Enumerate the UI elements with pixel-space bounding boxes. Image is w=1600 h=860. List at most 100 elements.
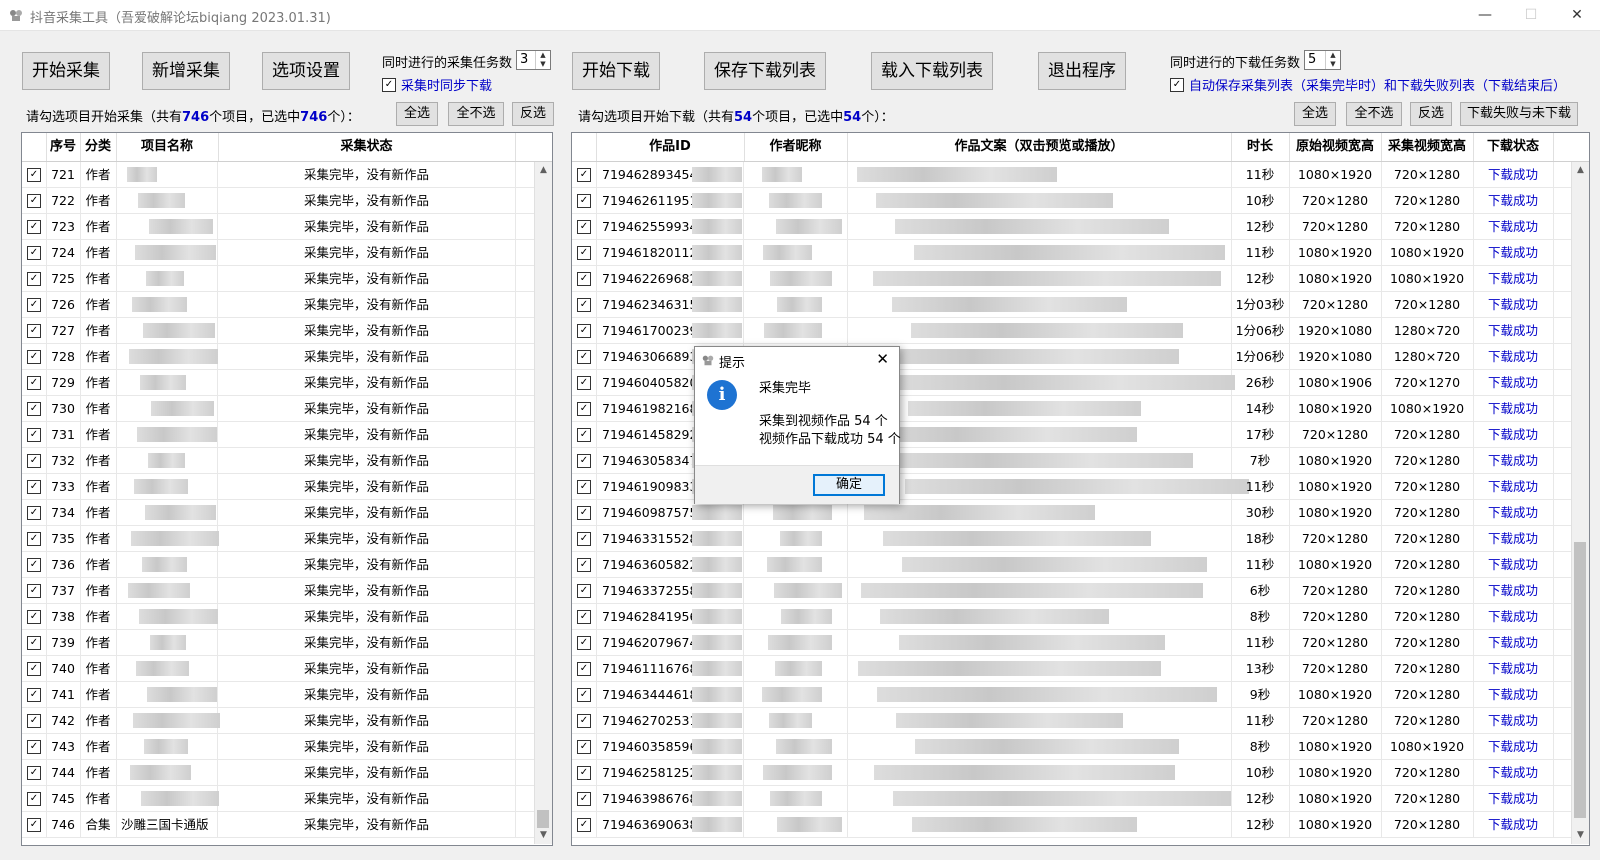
right-scrollbar[interactable]: ▲ ▼ bbox=[1571, 162, 1589, 844]
row-check-cell[interactable]: ✓ bbox=[572, 188, 597, 213]
exit-button[interactable]: 退出程序 bbox=[1038, 52, 1126, 90]
row-checkbox[interactable]: ✓ bbox=[577, 558, 591, 572]
row-check-cell[interactable]: ✓ bbox=[572, 344, 597, 369]
row-checkbox[interactable]: ✓ bbox=[577, 194, 591, 208]
row-checkbox[interactable]: ✓ bbox=[27, 636, 41, 650]
row-checkbox[interactable]: ✓ bbox=[577, 584, 591, 598]
right-invert-button[interactable]: 反选 bbox=[1410, 102, 1452, 126]
options-button[interactable]: 选项设置 bbox=[262, 52, 350, 90]
table-row[interactable]: ✓ 719463315528 18秒 720×1280 720×1280 下载成功 bbox=[572, 526, 1571, 552]
row-checkbox[interactable]: ✓ bbox=[577, 246, 591, 260]
row-checkbox[interactable]: ✓ bbox=[577, 298, 591, 312]
row-checkbox[interactable]: ✓ bbox=[27, 350, 41, 364]
row-checkbox[interactable]: ✓ bbox=[27, 610, 41, 624]
row-check-cell[interactable]: ✓ bbox=[572, 292, 597, 317]
row-check-cell[interactable]: ✓ bbox=[572, 474, 597, 499]
row-checkbox[interactable]: ✓ bbox=[27, 714, 41, 728]
row-checkbox[interactable]: ✓ bbox=[27, 402, 41, 416]
row-checkbox[interactable]: ✓ bbox=[577, 324, 591, 338]
download-tasks-spinner[interactable]: 5 ▲ ▼ bbox=[1304, 50, 1341, 70]
table-row[interactable]: ✓ 719461116768 13秒 720×1280 720×1280 下载成功 bbox=[572, 656, 1571, 682]
add-collect-button[interactable]: 新增采集 bbox=[142, 52, 230, 90]
row-check-cell[interactable]: ✓ bbox=[22, 786, 47, 811]
row-check-cell[interactable]: ✓ bbox=[572, 370, 597, 395]
header-seq[interactable]: 序号 bbox=[46, 133, 81, 161]
row-check-cell[interactable]: ✓ bbox=[22, 422, 47, 447]
row-check-cell[interactable]: ✓ bbox=[572, 526, 597, 551]
fail-download-button[interactable]: 下载失败与未下载 bbox=[1460, 102, 1578, 126]
row-checkbox[interactable]: ✓ bbox=[577, 402, 591, 416]
row-checkbox[interactable]: ✓ bbox=[577, 480, 591, 494]
header-author[interactable]: 作者昵称 bbox=[744, 133, 848, 161]
row-checkbox[interactable]: ✓ bbox=[27, 688, 41, 702]
row-check-cell[interactable]: ✓ bbox=[572, 786, 597, 811]
minimize-button[interactable]: — bbox=[1462, 0, 1508, 30]
row-check-cell[interactable]: ✓ bbox=[572, 734, 597, 759]
table-row[interactable]: ✓ 727 作者 采集完毕，没有新作品 bbox=[22, 318, 534, 344]
table-row[interactable]: ✓ 740 作者 采集完毕，没有新作品 bbox=[22, 656, 534, 682]
row-check-cell[interactable]: ✓ bbox=[572, 422, 597, 447]
table-row[interactable]: ✓ 732 作者 采集完毕，没有新作品 bbox=[22, 448, 534, 474]
row-checkbox[interactable]: ✓ bbox=[577, 428, 591, 442]
row-check-cell[interactable]: ✓ bbox=[22, 578, 47, 603]
table-row[interactable]: ✓ 744 作者 采集完毕，没有新作品 bbox=[22, 760, 534, 786]
scroll-down-icon[interactable]: ▼ bbox=[1572, 827, 1589, 844]
row-check-cell[interactable]: ✓ bbox=[572, 630, 597, 655]
table-row[interactable]: ✓ 719463986768 12秒 1080×1920 720×1280 下载成功 bbox=[572, 786, 1571, 812]
row-checkbox[interactable]: ✓ bbox=[577, 350, 591, 364]
table-row[interactable]: ✓ 723 作者 采集完毕，没有新作品 bbox=[22, 214, 534, 240]
header-caption[interactable]: 作品文案（双击预览或播放） bbox=[847, 133, 1232, 161]
header-status[interactable]: 采集状态 bbox=[218, 133, 516, 161]
row-checkbox[interactable]: ✓ bbox=[577, 506, 591, 520]
collect-tasks-spinner[interactable]: 3 ▲ ▼ bbox=[516, 50, 551, 70]
row-check-cell[interactable]: ✓ bbox=[22, 188, 47, 213]
row-check-cell[interactable]: ✓ bbox=[22, 162, 47, 187]
table-row[interactable]: ✓ 722 作者 采集完毕，没有新作品 bbox=[22, 188, 534, 214]
row-check-cell[interactable]: ✓ bbox=[22, 344, 47, 369]
dialog-close-icon[interactable]: ✕ bbox=[876, 350, 889, 368]
table-row[interactable]: ✓ 743 作者 采集完毕，没有新作品 bbox=[22, 734, 534, 760]
row-check-cell[interactable]: ✓ bbox=[22, 266, 47, 291]
row-checkbox[interactable]: ✓ bbox=[27, 454, 41, 468]
row-checkbox[interactable]: ✓ bbox=[577, 532, 591, 546]
table-row[interactable]: ✓ 746 合集 沙雕三国卡通版 采集完毕，没有新作品 bbox=[22, 812, 534, 838]
table-row[interactable]: ✓ 739 作者 采集完毕，没有新作品 bbox=[22, 630, 534, 656]
row-checkbox[interactable]: ✓ bbox=[577, 376, 591, 390]
row-check-cell[interactable]: ✓ bbox=[22, 734, 47, 759]
table-row[interactable]: ✓ 719463605822 11秒 1080×1920 720×1280 下载成功 bbox=[572, 552, 1571, 578]
header-coll-size[interactable]: 采集视频宽高 bbox=[1381, 133, 1474, 161]
row-checkbox[interactable]: ✓ bbox=[577, 272, 591, 286]
row-checkbox[interactable]: ✓ bbox=[27, 376, 41, 390]
row-check-cell[interactable]: ✓ bbox=[572, 760, 597, 785]
table-row[interactable]: ✓ 741 作者 采集完毕，没有新作品 bbox=[22, 682, 534, 708]
row-check-cell[interactable]: ✓ bbox=[22, 500, 47, 525]
row-checkbox[interactable]: ✓ bbox=[577, 454, 591, 468]
table-row[interactable]: ✓ 719462269682 12秒 1080×1920 1080×1920 下载成功 bbox=[572, 266, 1571, 292]
row-checkbox[interactable]: ✓ bbox=[577, 792, 591, 806]
scroll-thumb[interactable] bbox=[537, 810, 549, 828]
row-check-cell[interactable]: ✓ bbox=[22, 604, 47, 629]
autosave-checkbox[interactable]: ✓ 自动保存采集列表（采集完毕时）和下载失败列表（下载结束后） bbox=[1170, 75, 1566, 94]
row-checkbox[interactable]: ✓ bbox=[27, 298, 41, 312]
load-list-button[interactable]: 载入下载列表 bbox=[871, 52, 993, 90]
row-checkbox[interactable]: ✓ bbox=[27, 662, 41, 676]
left-invert-button[interactable]: 反选 bbox=[512, 102, 554, 126]
row-checkbox[interactable]: ✓ bbox=[577, 220, 591, 234]
row-check-cell[interactable]: ✓ bbox=[22, 526, 47, 551]
table-row[interactable]: ✓ 730 作者 采集完毕，没有新作品 bbox=[22, 396, 534, 422]
row-checkbox[interactable]: ✓ bbox=[27, 792, 41, 806]
right-select-all-button[interactable]: 全选 bbox=[1294, 102, 1336, 126]
table-row[interactable]: ✓ 719462893454 11秒 1080×1920 720×1280 下载成功 bbox=[572, 162, 1571, 188]
row-check-cell[interactable]: ✓ bbox=[572, 396, 597, 421]
scroll-down-icon[interactable]: ▼ bbox=[535, 827, 552, 844]
table-row[interactable]: ✓ 726 作者 采集完毕，没有新作品 bbox=[22, 292, 534, 318]
row-check-cell[interactable]: ✓ bbox=[572, 708, 597, 733]
table-row[interactable]: ✓ 729 作者 采集完毕，没有新作品 bbox=[22, 370, 534, 396]
table-row[interactable]: ✓ 719463372558 6秒 720×1280 720×1280 下载成功 bbox=[572, 578, 1571, 604]
row-checkbox[interactable]: ✓ bbox=[577, 714, 591, 728]
row-checkbox[interactable]: ✓ bbox=[577, 662, 591, 676]
row-check-cell[interactable]: ✓ bbox=[22, 370, 47, 395]
table-row[interactable]: ✓ 719462702531 11秒 720×1280 720×1280 下载成功 bbox=[572, 708, 1571, 734]
table-row[interactable]: ✓ 736 作者 采集完毕，没有新作品 bbox=[22, 552, 534, 578]
row-checkbox[interactable]: ✓ bbox=[27, 766, 41, 780]
